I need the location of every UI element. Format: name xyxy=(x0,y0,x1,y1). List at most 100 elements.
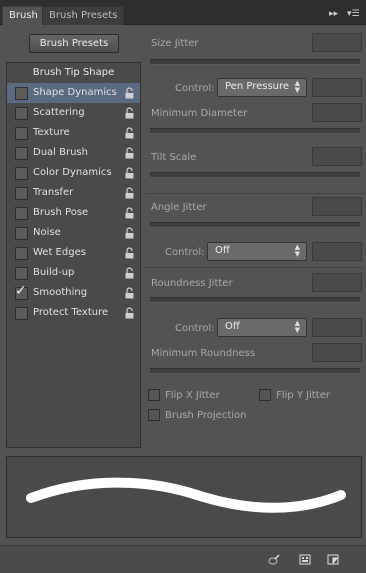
brush-option-item[interactable]: Protect Texture xyxy=(7,303,140,323)
flip-x-checkbox[interactable] xyxy=(148,389,160,401)
option-label: Texture xyxy=(33,127,70,138)
roundness-control-dropdown[interactable]: Off ▲ ▼ xyxy=(217,318,307,337)
brush-stroke-preview xyxy=(6,456,362,538)
angle-control-dropdown[interactable]: Off ▲ ▼ xyxy=(207,242,307,261)
brush-option-item[interactable]: Transfer xyxy=(7,183,140,203)
size-jitter-value[interactable] xyxy=(312,33,362,52)
option-checkbox[interactable] xyxy=(15,207,28,220)
tilt-scale-slider[interactable] xyxy=(150,172,360,178)
chevron-updown-icon: ▲ ▼ xyxy=(294,319,300,334)
option-label: Protect Texture xyxy=(33,307,109,318)
panel-menu-icon[interactable]: ▾☰ xyxy=(347,9,360,19)
roundness-jitter-label: Roundness Jitter xyxy=(151,278,233,289)
brush-option-item[interactable]: Build-up xyxy=(7,263,140,283)
chevron-updown-icon: ▲ ▼ xyxy=(294,243,300,258)
checkmark-icon: ✓ xyxy=(15,283,27,299)
size-control-value: Pen Pressure xyxy=(225,81,290,92)
option-label: Wet Edges xyxy=(33,247,86,258)
minimum-diameter-value[interactable] xyxy=(312,103,362,122)
new-brush-icon[interactable] xyxy=(327,554,339,565)
option-label: Shape Dynamics xyxy=(33,87,117,98)
minimum-diameter-label: Minimum Diameter xyxy=(151,108,248,119)
tab-bar: Brush Brush Presets ▸▸ ▾☰ xyxy=(0,0,366,25)
roundness-jitter-slider[interactable] xyxy=(150,297,360,303)
option-checkbox[interactable] xyxy=(15,167,28,180)
minimum-roundness-label: Minimum Roundness xyxy=(151,348,256,359)
angle-control-value: Off xyxy=(215,245,230,256)
lock-icon[interactable] xyxy=(125,187,134,199)
lock-icon[interactable] xyxy=(125,127,134,139)
minimum-diameter-slider[interactable] xyxy=(150,128,360,134)
brush-option-item[interactable]: Noise xyxy=(7,223,140,243)
lock-icon[interactable] xyxy=(125,107,134,119)
option-checkbox[interactable] xyxy=(15,107,28,120)
chevron-updown-icon: ▲ ▼ xyxy=(294,79,300,94)
pen-tilt-value[interactable] xyxy=(312,78,362,97)
brush-options-list: Brush Tip Shape Shape Dynamics Scattering… xyxy=(6,62,141,448)
option-label: Dual Brush xyxy=(33,147,88,158)
option-checkbox[interactable] xyxy=(15,87,28,100)
minimum-roundness-value[interactable] xyxy=(312,343,362,362)
flip-y-checkbox[interactable] xyxy=(259,389,271,401)
roundness-control-value: Off xyxy=(225,321,240,332)
option-checkbox[interactable] xyxy=(15,307,28,320)
flip-y-label: Flip Y Jitter xyxy=(276,390,330,401)
brush-projection-checkbox[interactable] xyxy=(148,409,160,421)
option-checkbox[interactable] xyxy=(15,247,28,260)
lock-icon[interactable] xyxy=(125,227,134,239)
tilt-scale-label: Tilt Scale xyxy=(151,152,197,163)
size-jitter-slider[interactable] xyxy=(150,59,360,65)
roundness-jitter-value[interactable] xyxy=(312,273,362,292)
brush-projection-label: Brush Projection xyxy=(165,410,247,421)
lock-icon[interactable] xyxy=(125,87,134,99)
option-checkbox[interactable]: ✓ xyxy=(15,283,28,300)
brush-option-item[interactable]: Color Dynamics xyxy=(7,163,140,183)
divider xyxy=(146,193,364,194)
collapse-icon[interactable]: ▸▸ xyxy=(329,9,338,19)
brush-option-item[interactable]: ✓ Smoothing xyxy=(7,283,140,303)
toggle-live-tip-icon[interactable] xyxy=(268,554,280,565)
lock-icon[interactable] xyxy=(125,147,134,159)
option-checkbox[interactable] xyxy=(15,127,28,140)
option-checkbox[interactable] xyxy=(15,187,28,200)
stroke-preview-graphic xyxy=(26,477,346,513)
tab-brush[interactable]: Brush xyxy=(2,6,45,25)
option-label: Smoothing xyxy=(33,287,88,298)
divider xyxy=(146,267,364,268)
minimum-roundness-slider[interactable] xyxy=(150,368,360,374)
control-label-3: Control: xyxy=(175,323,215,334)
roundness-control-extra[interactable] xyxy=(312,318,362,337)
brush-option-item[interactable]: Shape Dynamics xyxy=(7,83,140,103)
angle-jitter-label: Angle Jitter xyxy=(151,202,207,213)
bottom-toolbar xyxy=(0,545,366,573)
option-checkbox[interactable] xyxy=(15,267,28,280)
brush-option-item[interactable]: Wet Edges xyxy=(7,243,140,263)
angle-jitter-value[interactable] xyxy=(312,197,362,216)
brush-option-item[interactable]: Scattering xyxy=(7,103,140,123)
lock-icon[interactable] xyxy=(125,247,134,259)
option-label: Brush Pose xyxy=(33,207,89,218)
option-checkbox[interactable] xyxy=(15,147,28,160)
angle-jitter-slider[interactable] xyxy=(150,222,360,228)
brush-tip-shape-item[interactable]: Brush Tip Shape xyxy=(7,63,140,83)
brush-option-item[interactable]: Texture xyxy=(7,123,140,143)
lock-icon[interactable] xyxy=(125,207,134,219)
tab-brush-presets[interactable]: Brush Presets xyxy=(42,6,125,25)
size-jitter-label: Size Jitter xyxy=(151,38,199,49)
lock-icon[interactable] xyxy=(125,267,134,279)
brush-preset-picker-icon[interactable] xyxy=(299,554,311,565)
size-control-dropdown[interactable]: Pen Pressure ▲ ▼ xyxy=(217,78,307,97)
option-label: Scattering xyxy=(33,107,85,118)
lock-icon[interactable] xyxy=(125,287,134,299)
angle-control-extra[interactable] xyxy=(312,242,362,261)
brush-option-item[interactable]: Brush Pose xyxy=(7,203,140,223)
brush-presets-button[interactable]: Brush Presets xyxy=(29,34,119,53)
option-label: Color Dynamics xyxy=(33,167,112,178)
option-checkbox[interactable] xyxy=(15,227,28,240)
brush-option-item[interactable]: Dual Brush xyxy=(7,143,140,163)
tilt-scale-value[interactable] xyxy=(312,147,362,166)
lock-icon[interactable] xyxy=(125,167,134,179)
control-label-2: Control: xyxy=(165,247,205,258)
flip-x-label: Flip X Jitter xyxy=(165,390,220,401)
lock-icon[interactable] xyxy=(125,307,134,319)
